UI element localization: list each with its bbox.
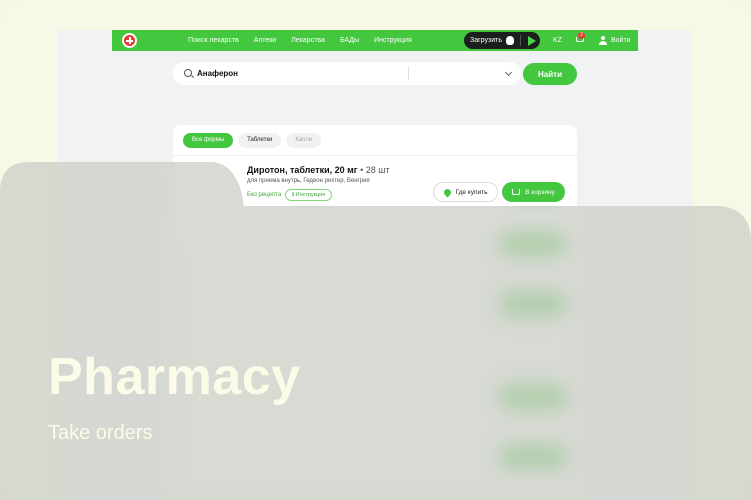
overlay-title: Pharmacy <box>48 348 301 406</box>
cart-icon <box>512 189 521 195</box>
filter-all-forms[interactable]: Все формы <box>183 133 234 148</box>
pharmacy-logo-icon[interactable] <box>122 33 137 48</box>
search-input[interactable] <box>197 66 397 81</box>
download-app-button[interactable]: Загрузить <box>464 32 540 49</box>
download-label: Загрузить <box>470 37 502 44</box>
divider <box>408 67 409 80</box>
login-link[interactable]: Войти <box>611 30 631 51</box>
product-name[interactable]: Диротон, таблетки, 20 мг • 28 шт <box>247 165 390 175</box>
search-icon <box>184 69 192 77</box>
find-button[interactable]: Найти <box>523 63 577 85</box>
where-to-buy-button[interactable]: Где купить <box>433 182 498 202</box>
google-play-icon <box>527 35 536 46</box>
nav-link-search-drugs[interactable]: Поиск лекарств <box>188 37 239 44</box>
instruction-badge[interactable]: ℹ Инструкция <box>285 189 333 201</box>
prescription-status: Без рецепта <box>247 192 282 198</box>
add-to-cart-button[interactable]: В корзину <box>502 182 565 202</box>
caption-overlay <box>0 162 751 500</box>
nav-link-supplements[interactable]: БАДы <box>340 37 359 44</box>
top-nav: Поиск лекарств Аптеки Лекарства БАДы Инс… <box>112 30 638 51</box>
apple-icon <box>505 36 514 45</box>
user-icon[interactable] <box>599 36 607 45</box>
divider <box>173 155 577 156</box>
overlay-subtitle: Take orders <box>48 422 153 444</box>
nav-link-pharmacies[interactable]: Аптеки <box>254 37 276 44</box>
map-pin-icon <box>442 187 452 197</box>
language-switch[interactable]: KZ <box>553 30 562 51</box>
product-quantity: • 28 шт <box>360 165 390 175</box>
filter-drops[interactable]: Капли <box>286 133 322 148</box>
nav-link-medicines[interactable]: Лекарства <box>291 37 325 44</box>
nav-link-instructions[interactable]: Инструкция <box>374 37 412 44</box>
search-bar <box>173 62 521 85</box>
filter-tablets[interactable]: Таблетки <box>238 133 282 148</box>
product-description: для приема внутрь, Гедеон рихтер, Венгри… <box>247 178 370 184</box>
chevron-down-icon[interactable] <box>504 68 513 77</box>
form-filters: Все формы Таблетки Капли <box>183 133 322 148</box>
cart-count-badge: 2 <box>578 32 585 39</box>
divider <box>519 35 521 46</box>
nav-links: Поиск лекарств Аптеки Лекарства БАДы Инс… <box>188 30 412 51</box>
